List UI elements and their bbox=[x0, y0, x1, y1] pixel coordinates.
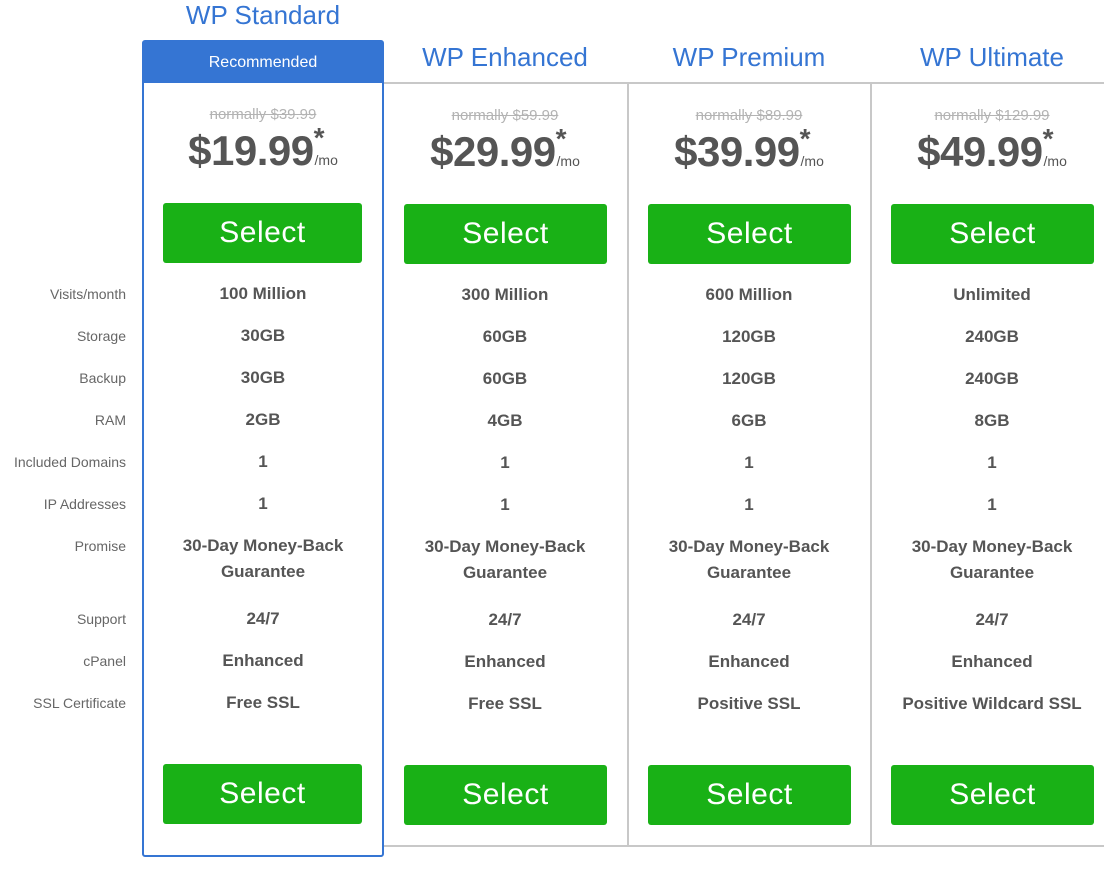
feature-value: 120GB bbox=[722, 369, 776, 388]
plan-title: WP Enhanced bbox=[422, 42, 588, 72]
feature-value: 100 Million bbox=[219, 284, 307, 303]
feature-value: 1 bbox=[744, 453, 754, 472]
price-period: /mo bbox=[800, 153, 824, 169]
select-button-top[interactable]: Select bbox=[648, 204, 851, 264]
feature-value: 8GB bbox=[974, 411, 1010, 430]
feature-value: 60GB bbox=[482, 369, 528, 388]
feature-value: Enhanced bbox=[951, 652, 1033, 671]
feature-label: Storage bbox=[76, 328, 126, 344]
feature-value: 600 Million bbox=[705, 285, 793, 304]
feature-value: 1 bbox=[500, 453, 510, 472]
plan-title: WP Premium bbox=[672, 42, 826, 72]
feature-label: RAM bbox=[94, 412, 126, 428]
price-asterisk: * bbox=[799, 123, 811, 154]
price-amount: $39.99 bbox=[674, 128, 800, 175]
feature-value: 6GB bbox=[731, 411, 767, 430]
select-button-bottom[interactable]: Select bbox=[648, 765, 851, 825]
feature-value: 1 bbox=[258, 494, 268, 513]
select-button-bottom[interactable]: Select bbox=[163, 764, 362, 824]
feature-value: 30-Day Money-Back Guarantee bbox=[668, 537, 830, 582]
feature-label: Backup bbox=[79, 370, 126, 386]
feature-label: cPanel bbox=[83, 653, 126, 669]
feature-value: 1 bbox=[744, 495, 754, 514]
normal-price: normally $89.99 bbox=[695, 107, 803, 124]
feature-label: Support bbox=[76, 611, 126, 627]
feature-value: Positive Wildcard SSL bbox=[902, 694, 1082, 713]
normal-price: normally $39.99 bbox=[209, 106, 317, 123]
feature-value: 300 Million bbox=[461, 285, 549, 304]
select-button-top[interactable]: Select bbox=[163, 203, 362, 263]
feature-value: 24/7 bbox=[488, 610, 522, 629]
price-asterisk: * bbox=[555, 123, 567, 154]
feature-label: IP Addresses bbox=[43, 496, 126, 512]
feature-value: 4GB bbox=[487, 411, 523, 430]
feature-value: 30-Day Money-Back Guarantee bbox=[182, 536, 344, 581]
feature-value: 24/7 bbox=[975, 610, 1009, 629]
feature-value: 30GB bbox=[240, 326, 286, 345]
normal-price: normally $59.99 bbox=[451, 107, 559, 124]
feature-label: SSL Certificate bbox=[33, 695, 126, 711]
select-button-bottom[interactable]: Select bbox=[891, 765, 1094, 825]
feature-value: 1 bbox=[987, 453, 997, 472]
feature-label: Visits/month bbox=[50, 286, 126, 302]
feature-value: Positive SSL bbox=[697, 694, 801, 713]
price-amount: $19.99 bbox=[188, 127, 314, 174]
feature-value: 30-Day Money-Back Guarantee bbox=[424, 537, 586, 582]
recommended-badge: Recommended bbox=[144, 42, 382, 83]
feature-value: 240GB bbox=[965, 369, 1019, 388]
plan-price: $49.99*/mo bbox=[871, 123, 1104, 176]
feature-value: 240GB bbox=[965, 327, 1019, 346]
price-amount: $49.99 bbox=[917, 128, 1043, 175]
plan-title: WP Ultimate bbox=[920, 42, 1064, 72]
feature-value: 24/7 bbox=[732, 610, 766, 629]
select-button-top[interactable]: Select bbox=[891, 204, 1094, 264]
price-asterisk: * bbox=[313, 122, 325, 153]
plan-price: $29.99*/mo bbox=[384, 123, 626, 176]
feature-value: 2GB bbox=[245, 410, 281, 429]
feature-value: 24/7 bbox=[246, 609, 280, 628]
table-top-border bbox=[383, 82, 1104, 84]
normal-price: normally $129.99 bbox=[934, 107, 1050, 124]
price-asterisk: * bbox=[1042, 123, 1054, 154]
plan-price: $39.99*/mo bbox=[628, 123, 870, 176]
feature-value: Unlimited bbox=[953, 285, 1031, 304]
plan-title: WP Standard bbox=[185, 0, 341, 30]
feature-value: Enhanced bbox=[464, 652, 546, 671]
feature-value: Enhanced bbox=[708, 652, 790, 671]
price-period: /mo bbox=[314, 152, 338, 168]
feature-value: 1 bbox=[258, 452, 268, 471]
feature-value: Enhanced bbox=[222, 651, 304, 670]
feature-value: 1 bbox=[500, 495, 510, 514]
price-amount: $29.99 bbox=[430, 128, 556, 175]
select-button-top[interactable]: Select bbox=[404, 204, 607, 264]
feature-label: Included Domains bbox=[13, 454, 126, 470]
feature-value: Free SSL bbox=[468, 694, 542, 713]
feature-value: 1 bbox=[987, 495, 997, 514]
price-period: /mo bbox=[1043, 153, 1067, 169]
feature-value: 30GB bbox=[240, 368, 286, 387]
feature-label: Promise bbox=[74, 538, 126, 554]
select-button-bottom[interactable]: Select bbox=[404, 765, 607, 825]
feature-value: 30-Day Money-Back Guarantee bbox=[911, 537, 1073, 582]
feature-value: Free SSL bbox=[226, 693, 300, 712]
plan-price: $19.99*/mo bbox=[142, 122, 384, 175]
feature-value: 60GB bbox=[482, 327, 528, 346]
price-period: /mo bbox=[556, 153, 580, 169]
feature-value: 120GB bbox=[722, 327, 776, 346]
table-bottom-border bbox=[383, 845, 1104, 847]
